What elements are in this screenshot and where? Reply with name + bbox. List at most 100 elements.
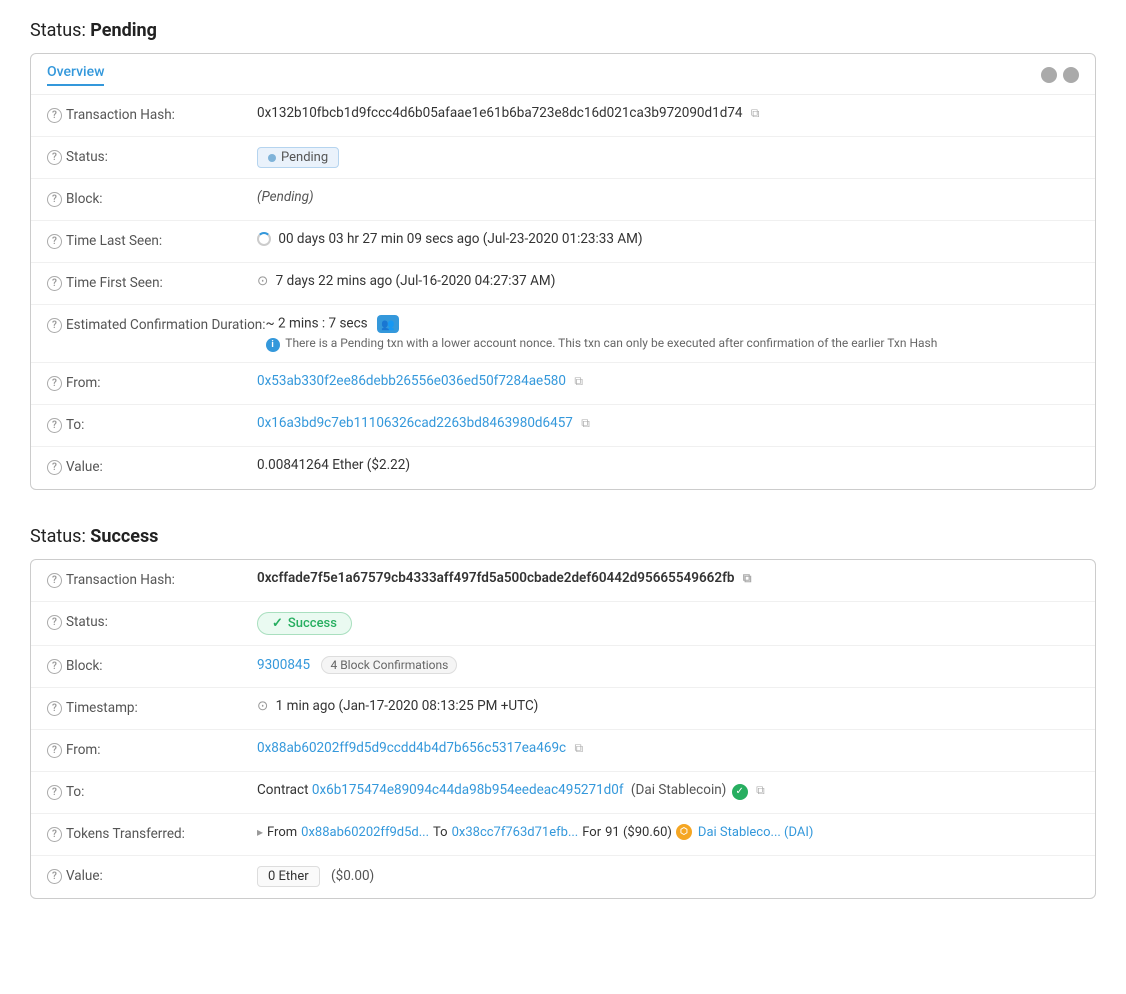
- value-label: ? Value:: [47, 866, 257, 884]
- to-label-token: To: [433, 825, 448, 840]
- question-icon: ?: [47, 150, 62, 165]
- table-row: ? Transaction Hash: 0xcffade7f5e1a67579c…: [31, 560, 1095, 602]
- success-card: ? Transaction Hash: 0xcffade7f5e1a67579c…: [30, 559, 1096, 899]
- pending-section-title: Status: Pending: [30, 20, 1096, 41]
- question-icon: ?: [47, 192, 62, 207]
- pending-badge: Pending: [257, 147, 339, 168]
- table-row: ? To: Contract 0x6b175474e89094c44da98b9…: [31, 772, 1095, 814]
- table-row: ? Value: 0 Ether ($0.00): [31, 856, 1095, 898]
- table-row: ? Time Last Seen: 00 days 03 hr 27 min 0…: [31, 221, 1095, 263]
- from-address-link[interactable]: 0x88ab60202ff9d5d9ccdd4b4d7b656c5317ea46…: [257, 740, 566, 756]
- to-label: ? To:: [47, 782, 257, 800]
- tx-hash-value: 0x132b10fbcb1d9fccc4d6b05afaae1e61b6ba72…: [257, 105, 1079, 121]
- table-row: ? Time First Seen: ⊙ 7 days 22 mins ago …: [31, 263, 1095, 305]
- est-confirm-note: i There is a Pending txn with a lower ac…: [266, 336, 1079, 352]
- question-icon: ?: [47, 460, 62, 475]
- for-label-token: For: [582, 825, 601, 840]
- confirmations-badge: 4 Block Confirmations: [321, 656, 457, 674]
- table-row: ? Value: 0.00841264 Ether ($2.22): [31, 447, 1095, 489]
- value-value: 0 Ether ($0.00): [257, 866, 1079, 887]
- overview-tab[interactable]: Overview: [47, 64, 104, 86]
- from-label: ? From:: [47, 373, 257, 391]
- question-icon: ?: [47, 376, 62, 391]
- timestamp-label: ? Timestamp:: [47, 698, 257, 716]
- token-from-address[interactable]: 0x88ab60202ff9d5d...: [301, 825, 429, 840]
- tx-hash-label: ? Transaction Hash:: [47, 570, 257, 588]
- question-icon: ?: [47, 869, 62, 884]
- from-address-link[interactable]: 0x53ab330f2ee86debb26556e036ed50f7284ae5…: [257, 373, 566, 389]
- block-number-link[interactable]: 9300845: [257, 657, 310, 673]
- token-to-address[interactable]: 0x38cc7f763d71efb...: [452, 825, 579, 840]
- question-icon: ?: [47, 276, 62, 291]
- from-label: ? From:: [47, 740, 257, 758]
- tokens-transferred-label: ? Tokens Transferred:: [47, 824, 257, 842]
- tx-hash-label: ? Transaction Hash:: [47, 105, 257, 123]
- table-row: ? Estimated Confirmation Duration: ~ 2 m…: [31, 305, 1095, 363]
- arrow-icon: ▸: [257, 825, 263, 839]
- time-first-seen-value: ⊙ 7 days 22 mins ago (Jul-16-2020 04:27:…: [257, 273, 1079, 289]
- copy-icon[interactable]: ⧉: [574, 374, 583, 389]
- question-icon: ?: [47, 615, 62, 630]
- to-value: 0x16a3bd9c7eb11106326cad2263bd8463980d64…: [257, 415, 1079, 431]
- question-icon: ?: [47, 827, 62, 842]
- question-icon: ?: [47, 701, 62, 716]
- status-value: Success: [257, 612, 1079, 635]
- question-icon: ?: [47, 418, 62, 433]
- value-label: ? Value:: [47, 457, 257, 475]
- to-contract-link[interactable]: 0x6b175474e89094c44da98b954eedeac495271d…: [312, 782, 624, 798]
- table-row: ? Block: (Pending): [31, 179, 1095, 221]
- block-value: 9300845 4 Block Confirmations: [257, 656, 1079, 674]
- card-header: Overview: [31, 54, 1095, 95]
- spinner-icon: [257, 232, 271, 246]
- table-row: ? To: 0x16a3bd9c7eb11106326cad2263bd8463…: [31, 405, 1095, 447]
- to-value: Contract 0x6b175474e89094c44da98b954eede…: [257, 782, 1079, 800]
- table-row: ? Transaction Hash: 0x132b10fbcb1d9fccc4…: [31, 95, 1095, 137]
- to-address-link[interactable]: 0x16a3bd9c7eb11106326cad2263bd8463980d64…: [257, 415, 573, 431]
- token-name-link[interactable]: Dai Stableco... (DAI): [698, 825, 814, 840]
- header-dots: [1041, 67, 1079, 83]
- table-row: ? Tokens Transferred: ▸ From 0x88ab60202…: [31, 814, 1095, 856]
- question-icon: ?: [47, 785, 62, 800]
- pending-card: Overview ? Transaction Hash: 0x132b10fbc…: [30, 53, 1096, 490]
- token-transfer-row: ▸ From 0x88ab60202ff9d5d... To 0x38cc7f7…: [257, 824, 1079, 840]
- question-icon: ?: [47, 108, 62, 123]
- tokens-transferred-value: ▸ From 0x88ab60202ff9d5d... To 0x38cc7f7…: [257, 824, 1079, 840]
- table-row: ? Status: Pending: [31, 137, 1095, 179]
- from-label-token: From: [267, 825, 297, 840]
- status-label: ? Status:: [47, 147, 257, 165]
- token-amount: 91 ($90.60): [605, 825, 672, 840]
- verified-icon: ✓: [732, 784, 748, 800]
- info-icon: i: [266, 338, 280, 352]
- value-value: 0.00841264 Ether ($2.22): [257, 457, 1079, 473]
- time-last-seen-label: ? Time Last Seen:: [47, 231, 257, 249]
- status-label: ? Status:: [47, 612, 257, 630]
- copy-icon[interactable]: ⧉: [751, 106, 760, 121]
- success-badge: Success: [257, 612, 352, 635]
- ether-value-box: 0 Ether: [257, 866, 320, 887]
- est-confirm-value: ~ 2 mins : 7 secs 👥 i There is a Pending…: [266, 315, 1079, 352]
- copy-icon[interactable]: ⧉: [581, 416, 590, 431]
- timestamp-value: ⊙ 1 min ago (Jan-17-2020 08:13:25 PM +UT…: [257, 698, 1079, 714]
- tx-hash-value: 0xcffade7f5e1a67579cb4333aff497fd5a500cb…: [257, 570, 1079, 586]
- status-value: Pending: [257, 147, 1079, 168]
- question-icon: ?: [47, 573, 62, 588]
- table-row: ? Block: 9300845 4 Block Confirmations: [31, 646, 1095, 688]
- from-value: 0x88ab60202ff9d5d9ccdd4b4d7b656c5317ea46…: [257, 740, 1079, 756]
- copy-icon[interactable]: ⧉: [756, 783, 765, 798]
- time-last-seen-value: 00 days 03 hr 27 min 09 secs ago (Jul-23…: [257, 231, 1079, 247]
- est-confirm-label: ? Estimated Confirmation Duration:: [47, 315, 266, 333]
- dai-icon: ⬡: [676, 824, 692, 840]
- to-label: ? To:: [47, 415, 257, 433]
- block-label: ? Block:: [47, 189, 257, 207]
- table-row: ? Status: Success: [31, 602, 1095, 646]
- question-icon: ?: [47, 318, 62, 333]
- table-row: ? Timestamp: ⊙ 1 min ago (Jan-17-2020 08…: [31, 688, 1095, 730]
- question-icon: ?: [47, 234, 62, 249]
- block-value: (Pending): [257, 189, 1079, 205]
- from-value: 0x53ab330f2ee86debb26556e036ed50f7284ae5…: [257, 373, 1079, 389]
- copy-icon[interactable]: ⧉: [743, 571, 752, 586]
- table-row: ? From: 0x53ab330f2ee86debb26556e036ed50…: [31, 363, 1095, 405]
- copy-icon[interactable]: ⧉: [574, 741, 583, 756]
- time-first-seen-label: ? Time First Seen:: [47, 273, 257, 291]
- question-icon: ?: [47, 659, 62, 674]
